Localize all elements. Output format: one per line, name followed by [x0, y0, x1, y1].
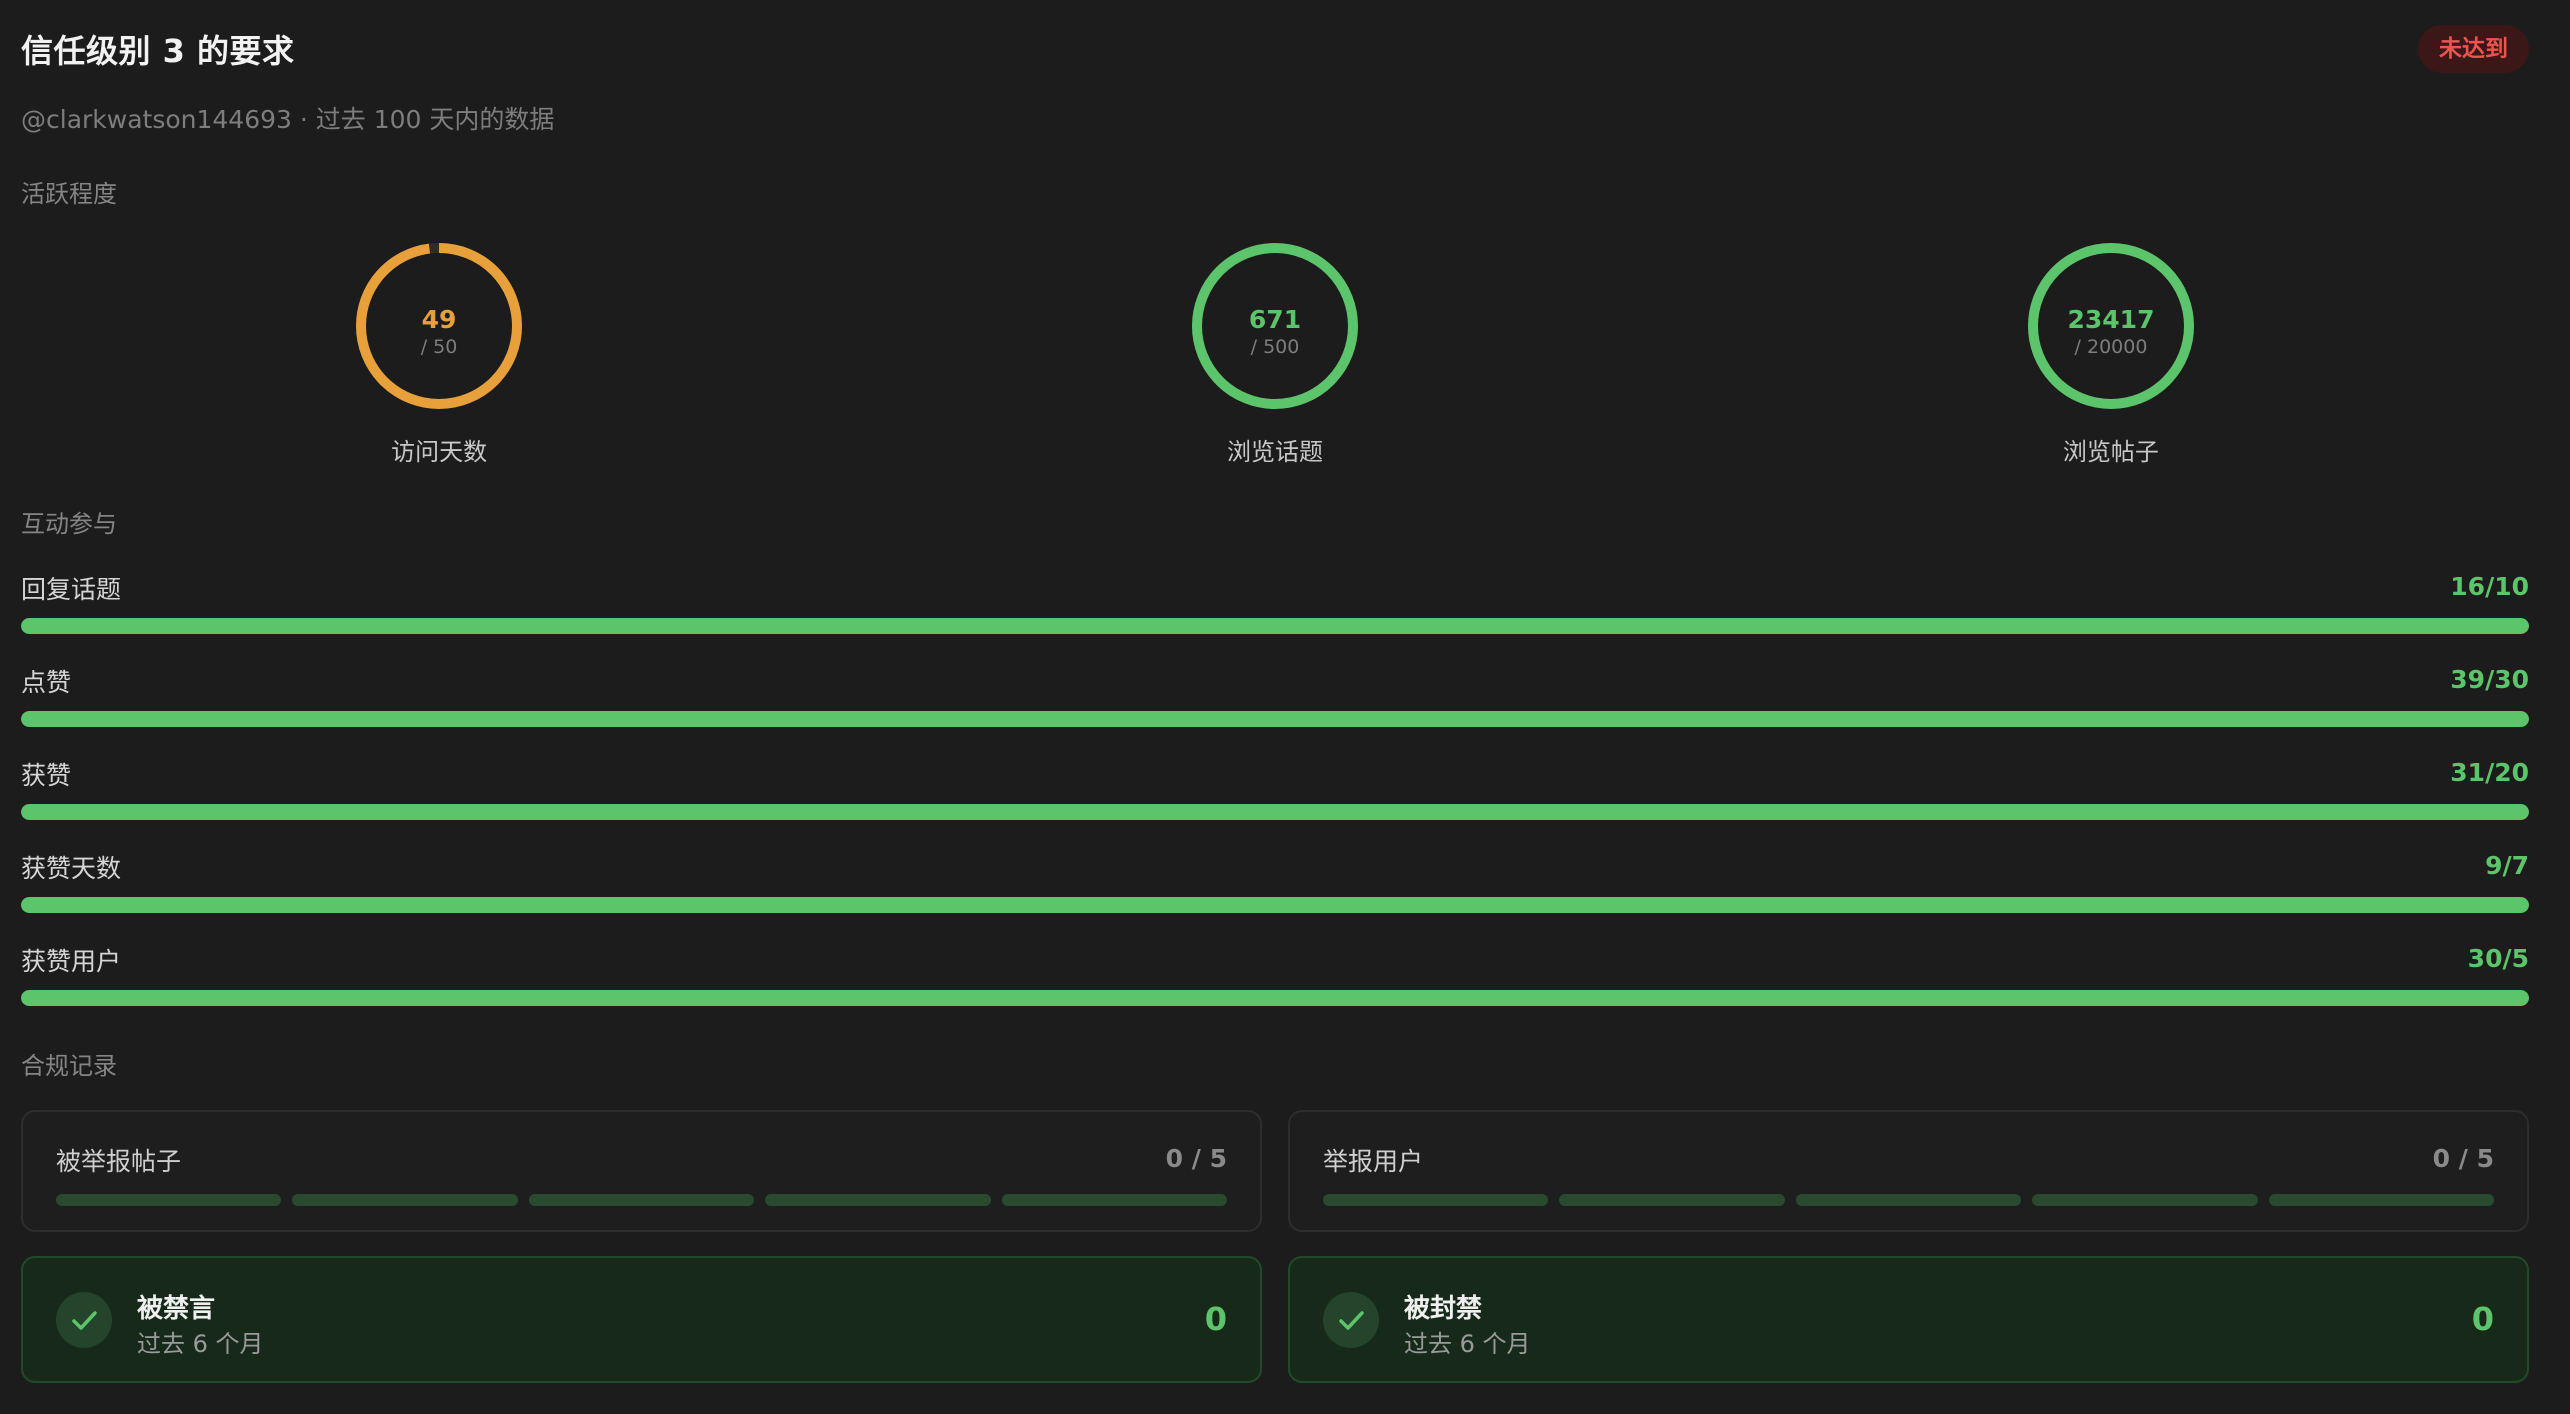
- header: 信任级别 3 的要求 未达到: [21, 0, 2529, 96]
- ring-target: / 50: [421, 336, 458, 358]
- status-card-silenced: 被禁言 过去 6 个月 0: [21, 1256, 1262, 1383]
- page-title: 信任级别 3 的要求: [21, 32, 295, 70]
- ring-value: 23417: [2067, 305, 2154, 334]
- bar-fill: [21, 618, 2529, 634]
- bar-track: [21, 711, 2529, 727]
- report-segment: [1001, 1194, 1228, 1206]
- report-segments: [56, 1194, 1228, 1206]
- bar-label: 点赞: [21, 668, 72, 697]
- interaction-bars: 回复话题 16/10 点赞 39/30 获赞 31/20 获赞天数 9/7 获赞…: [21, 568, 2529, 1033]
- report-count: 0 / 5: [1165, 1144, 1227, 1173]
- status-badge: 未达到: [2418, 25, 2529, 73]
- status-count: 0: [2471, 1300, 2494, 1338]
- report-segment: [765, 1194, 991, 1206]
- bar-fill: [21, 990, 2529, 1006]
- bar-value: 39/30: [2450, 665, 2529, 694]
- bar-fill: [21, 804, 2529, 820]
- ring-value: 671: [1249, 305, 1301, 334]
- trust-level-requirements-page: 信任级别 3 的要求 未达到 @clarkwatson144693 · 过去 1…: [0, 0, 2570, 1414]
- progress-ring: 671 / 500: [1192, 243, 1358, 409]
- bar-label: 回复话题: [21, 575, 122, 604]
- ring-visit-days: 49 / 50 访问天数: [269, 240, 609, 467]
- bar-row-likes-given: 点赞 39/30: [21, 661, 2529, 754]
- bar-value: 9/7: [2485, 851, 2529, 880]
- bar-label: 获赞天数: [21, 854, 122, 883]
- report-title: 被举报帖子: [56, 1147, 182, 1176]
- report-segments: [1323, 1194, 2495, 1206]
- bar-fill: [21, 897, 2529, 913]
- report-segment: [2032, 1194, 2258, 1206]
- status-subtitle: 过去 6 个月: [1404, 1330, 1531, 1358]
- ring-value: 49: [422, 305, 457, 334]
- bar-value: 16/10: [2450, 572, 2529, 601]
- report-segment: [1559, 1194, 1785, 1206]
- status-subtitle: 过去 6 个月: [137, 1330, 264, 1358]
- report-segment: [1795, 1194, 2022, 1206]
- ring-target: / 500: [1251, 336, 1300, 358]
- section-title-compliance: 合规记录: [21, 1052, 117, 1080]
- status-card-suspended: 被封禁 过去 6 个月 0: [1288, 1256, 2529, 1383]
- activity-rings: 49 / 50 访问天数 671 / 500 浏览话题 23417 / 2000…: [21, 240, 2529, 470]
- bar-value: 31/20: [2450, 758, 2529, 787]
- progress-ring: 49 / 50: [356, 243, 523, 409]
- status-count: 0: [1204, 1300, 1227, 1338]
- check-icon: [1323, 1292, 1379, 1348]
- report-card-reported-users: 举报用户 0 / 5: [1288, 1110, 2529, 1232]
- bar-row-replies: 回复话题 16/10: [21, 568, 2529, 661]
- bar-track: [21, 804, 2529, 820]
- bar-track: [21, 990, 2529, 1006]
- bar-label: 获赞用户: [21, 947, 122, 976]
- report-segment: [1323, 1194, 1549, 1206]
- bar-value: 30/5: [2467, 944, 2529, 973]
- page-subtitle: @clarkwatson144693 · 过去 100 天内的数据: [21, 105, 555, 134]
- report-segment: [56, 1194, 282, 1206]
- progress-ring: 23417 / 20000: [2027, 243, 2194, 409]
- report-segment: [528, 1194, 755, 1206]
- bar-row-liked-users: 获赞用户 30/5: [21, 940, 2529, 1033]
- ring-label: 浏览话题: [1227, 438, 1323, 466]
- section-title-interaction: 互动参与: [21, 510, 117, 538]
- status-title: 被封禁: [1404, 1294, 1483, 1324]
- ring-label: 访问天数: [391, 438, 488, 466]
- check-icon: [56, 1292, 112, 1348]
- report-card-reported-posts: 被举报帖子 0 / 5: [21, 1110, 1262, 1232]
- report-count: 0 / 5: [2432, 1144, 2494, 1173]
- ring-target: / 20000: [2074, 336, 2147, 358]
- report-segment: [292, 1194, 518, 1206]
- section-title-activity: 活跃程度: [21, 180, 117, 208]
- bar-track: [21, 618, 2529, 634]
- ring-label: 浏览帖子: [2062, 438, 2159, 466]
- bar-row-liked-days: 获赞天数 9/7: [21, 847, 2529, 940]
- ring-posts-viewed: 23417 / 20000 浏览帖子: [1941, 240, 2281, 467]
- bar-label: 获赞: [21, 761, 72, 790]
- bar-track: [21, 897, 2529, 913]
- status-title: 被禁言: [137, 1294, 216, 1324]
- report-segment: [2268, 1194, 2495, 1206]
- report-title: 举报用户: [1323, 1147, 1424, 1176]
- ring-topics-viewed: 671 / 500 浏览话题: [1105, 240, 1445, 467]
- bar-row-likes-received: 获赞 31/20: [21, 754, 2529, 847]
- bar-fill: [21, 711, 2529, 727]
